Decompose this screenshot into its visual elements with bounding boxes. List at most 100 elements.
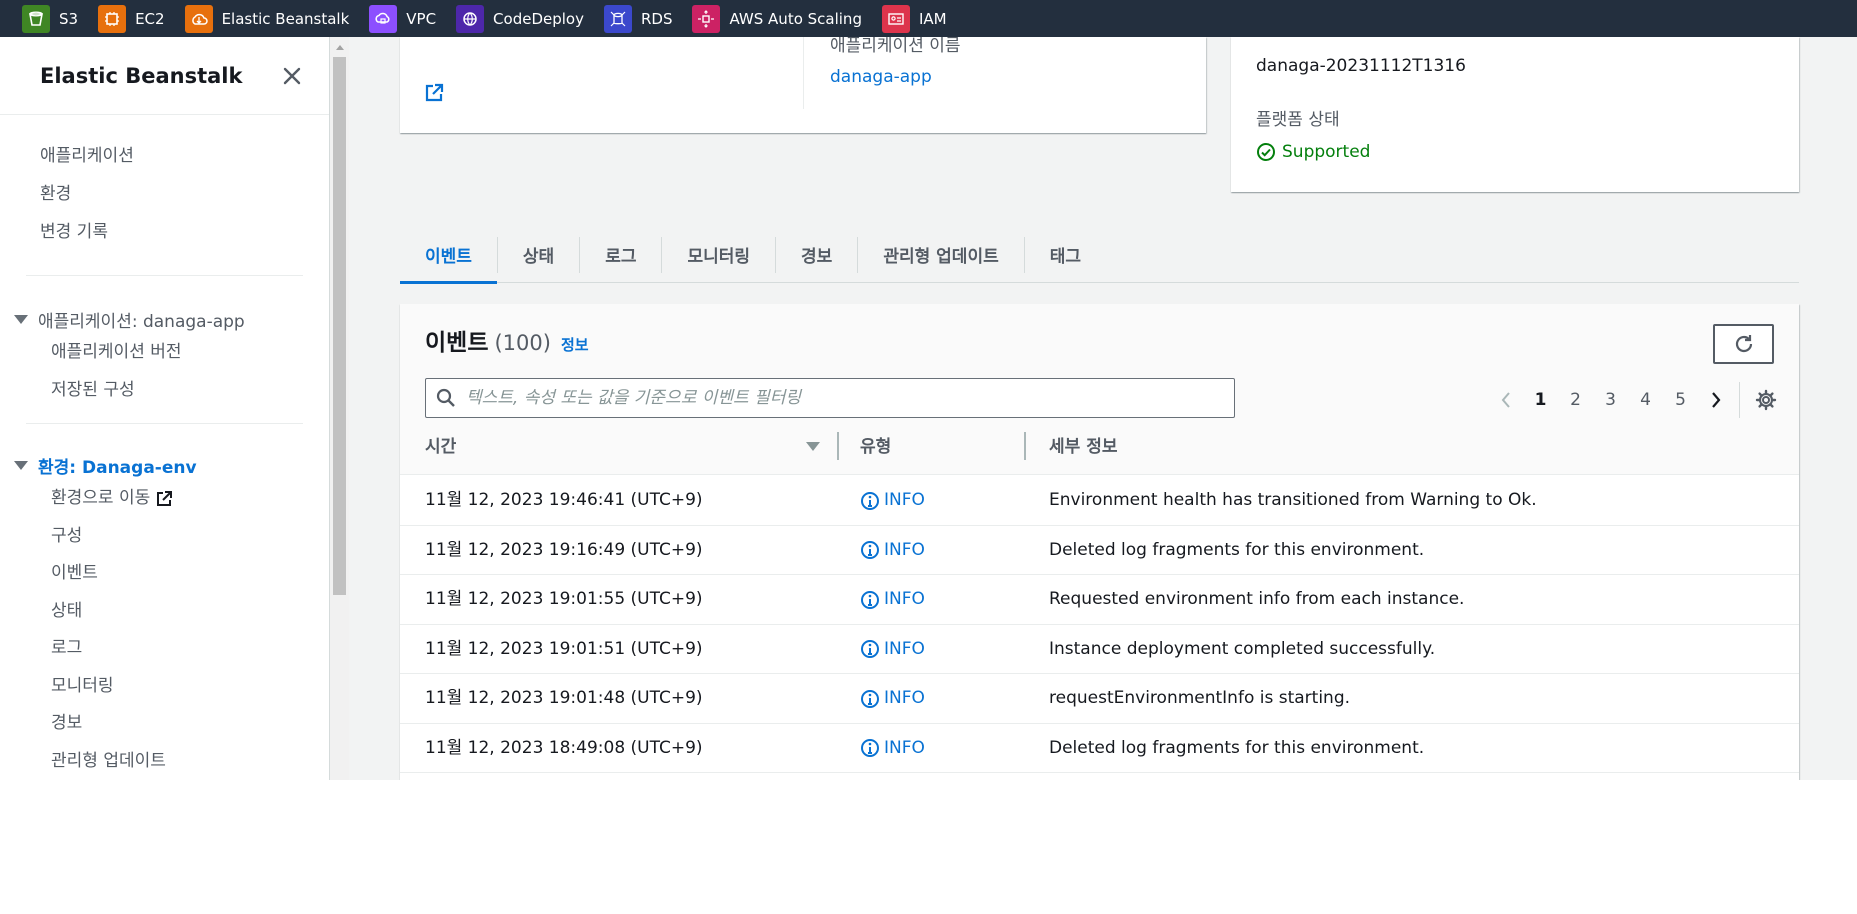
fav-iam[interactable]: IAM	[881, 4, 947, 33]
table-row: 11월 12, 2023 19:46:41 (UTC+9) INFO Envir…	[400, 476, 1799, 526]
platform-version-value: danaga-20231112T1316	[1256, 56, 1466, 76]
events-filter-field[interactable]	[425, 378, 1235, 418]
column-divider	[803, 37, 804, 109]
column-resizer[interactable]	[1024, 432, 1026, 460]
page-2-button[interactable]: 2	[1558, 390, 1593, 410]
fav-s3[interactable]: S3	[22, 4, 78, 33]
sidebar-item-go-to-env[interactable]: 환경으로 이동	[51, 480, 329, 518]
sidebar-scrollbar[interactable]	[330, 37, 349, 780]
sidebar-item-configuration[interactable]: 구성	[51, 518, 329, 556]
event-detail: requestEnvironmentInfo is starting.	[1049, 688, 1351, 708]
fav-label: Elastic Beanstalk	[221, 9, 350, 28]
platform-status-text: Supported	[1282, 142, 1371, 162]
sidebar-item-alarms[interactable]: 경보	[51, 705, 329, 743]
ec2-icon	[98, 4, 127, 33]
page-3-button[interactable]: 3	[1593, 390, 1628, 410]
gear-icon	[1755, 389, 1777, 411]
event-type-label: INFO	[884, 589, 925, 609]
fav-auto-scaling[interactable]: AWS Auto Scaling	[692, 4, 862, 33]
previous-page-button[interactable]	[1488, 382, 1523, 418]
sidebar-item-monitoring[interactable]: 모니터링	[51, 668, 329, 706]
fav-label: CodeDeploy	[493, 9, 584, 28]
table-row: 11월 12, 2023 18:49:08 (UTC+9) INFO Delet…	[400, 724, 1799, 773]
chevron-left-icon	[1501, 392, 1510, 408]
external-link-icon[interactable]	[424, 83, 444, 103]
fav-ec2[interactable]: EC2	[98, 4, 165, 33]
sidebar-item-app-versions[interactable]: 애플리케이션 버전	[51, 334, 329, 372]
tab-alarms[interactable]: 경보	[776, 227, 857, 283]
event-time: 11월 12, 2023 19:16:49 (UTC+9)	[425, 539, 703, 560]
sidebar-item-events[interactable]: 이벤트	[51, 555, 329, 593]
sidebar-item-applications[interactable]: 애플리케이션	[40, 137, 329, 175]
close-icon[interactable]	[281, 65, 303, 87]
event-type: INFO	[860, 476, 925, 526]
tab-managed-updates[interactable]: 관리형 업데이트	[858, 227, 1023, 283]
page-1-button[interactable]: 1	[1523, 390, 1558, 410]
preferences-button[interactable]	[1748, 382, 1784, 418]
app-name-link[interactable]: danaga-app	[830, 67, 932, 87]
fav-codedeploy[interactable]: CodeDeploy	[456, 4, 584, 33]
sidebar-group-label: 환경: Danaga-env	[38, 457, 197, 478]
fav-label: IAM	[918, 9, 947, 28]
scrollbar-thumb[interactable]	[333, 57, 346, 595]
fav-elastic-beanstalk[interactable]: Elastic Beanstalk	[184, 4, 350, 33]
events-filter-input[interactable]	[466, 388, 1226, 408]
sidebar-item-managed-updates[interactable]: 관리형 업데이트	[51, 743, 329, 781]
fav-vpc[interactable]: VPC	[369, 4, 436, 33]
sidebar-item-saved-configs[interactable]: 저장된 구성	[51, 372, 329, 410]
column-header-details[interactable]: 세부 정보	[1049, 432, 1117, 457]
tab-monitoring[interactable]: 모니터링	[662, 227, 775, 283]
scroll-up-arrow-icon[interactable]	[336, 45, 344, 50]
tab-tags[interactable]: 태그	[1025, 227, 1106, 283]
event-type: INFO	[860, 625, 925, 675]
refresh-button[interactable]	[1713, 324, 1774, 364]
column-header-type[interactable]: 유형	[860, 432, 891, 457]
event-time: 11월 12, 2023 19:01:51 (UTC+9)	[425, 638, 703, 659]
tab-health[interactable]: 상태	[498, 227, 579, 283]
caret-down-icon	[14, 460, 28, 470]
refresh-icon	[1735, 335, 1752, 353]
app-name-label: 애플리케이션 이름	[830, 37, 961, 56]
page-5-button[interactable]: 5	[1663, 390, 1698, 410]
page-4-button[interactable]: 4	[1628, 390, 1663, 410]
event-time: 11월 12, 2023 19:46:41 (UTC+9)	[425, 490, 703, 510]
tab-events[interactable]: 이벤트	[400, 227, 497, 284]
sidebar-item-change-history[interactable]: 변경 기록	[40, 213, 329, 251]
info-icon	[861, 689, 879, 708]
tab-logs[interactable]: 로그	[580, 227, 661, 283]
events-title: 이벤트	[425, 330, 489, 356]
fav-rds[interactable]: RDS	[603, 4, 672, 33]
sidebar-env-group-toggle[interactable]: 환경: Danaga-env	[14, 450, 329, 480]
event-type: INFO	[860, 674, 925, 724]
fav-label: EC2	[135, 9, 165, 28]
sort-descending-icon[interactable]	[806, 442, 820, 451]
table-row: 11월 12, 2023 19:01:51 (UTC+9) INFO Insta…	[400, 625, 1799, 675]
info-link[interactable]: 정보	[561, 334, 589, 355]
sidebar-app-items: 애플리케이션 버전 저장된 구성	[0, 334, 329, 409]
sidebar-app-group-toggle[interactable]: 애플리케이션: danaga-app	[14, 304, 329, 334]
events-table-header: 이벤트 (100) 정보 1 2 3	[400, 304, 1799, 475]
sidebar-item-logs[interactable]: 로그	[51, 630, 329, 668]
table-row: 11월 12, 2023 19:16:49 (UTC+9) INFO Delet…	[400, 526, 1799, 575]
caret-down-icon	[14, 314, 28, 324]
event-detail: Deleted log fragments for this environme…	[1049, 737, 1425, 758]
table-row: 11월 12, 2023 19:01:55 (UTC+9) INFO Reque…	[400, 575, 1799, 625]
column-resizer[interactable]	[837, 432, 839, 460]
sidebar-item-health[interactable]: 상태	[51, 593, 329, 631]
sidebar-env-items: 환경으로 이동 구성 이벤트 상태 로그 모니터링 경보 관리형 업데이트	[0, 480, 329, 780]
next-page-button[interactable]	[1698, 382, 1733, 418]
favorites-bar: S3 EC2 Elastic Beanstalk VPC CodeDeploy …	[0, 0, 1857, 37]
codedeploy-icon	[456, 4, 485, 33]
column-header-time[interactable]: 시간	[425, 432, 456, 457]
sidebar-header: Elastic Beanstalk	[0, 37, 329, 115]
rds-icon	[603, 4, 632, 33]
info-icon	[861, 640, 879, 659]
sidebar-title[interactable]: Elastic Beanstalk	[40, 64, 242, 88]
sidebar-item-environments[interactable]: 환경	[40, 175, 329, 213]
pagination-divider	[1739, 382, 1740, 418]
environment-tabs: 이벤트 상태 로그 모니터링 경보 관리형 업데이트 태그	[400, 227, 1799, 284]
event-type-label: INFO	[884, 539, 925, 560]
event-time: 11월 12, 2023 18:49:08 (UTC+9)	[425, 737, 703, 758]
sidebar-top-links: 애플리케이션 환경 변경 기록	[0, 115, 329, 251]
search-icon	[436, 388, 455, 407]
